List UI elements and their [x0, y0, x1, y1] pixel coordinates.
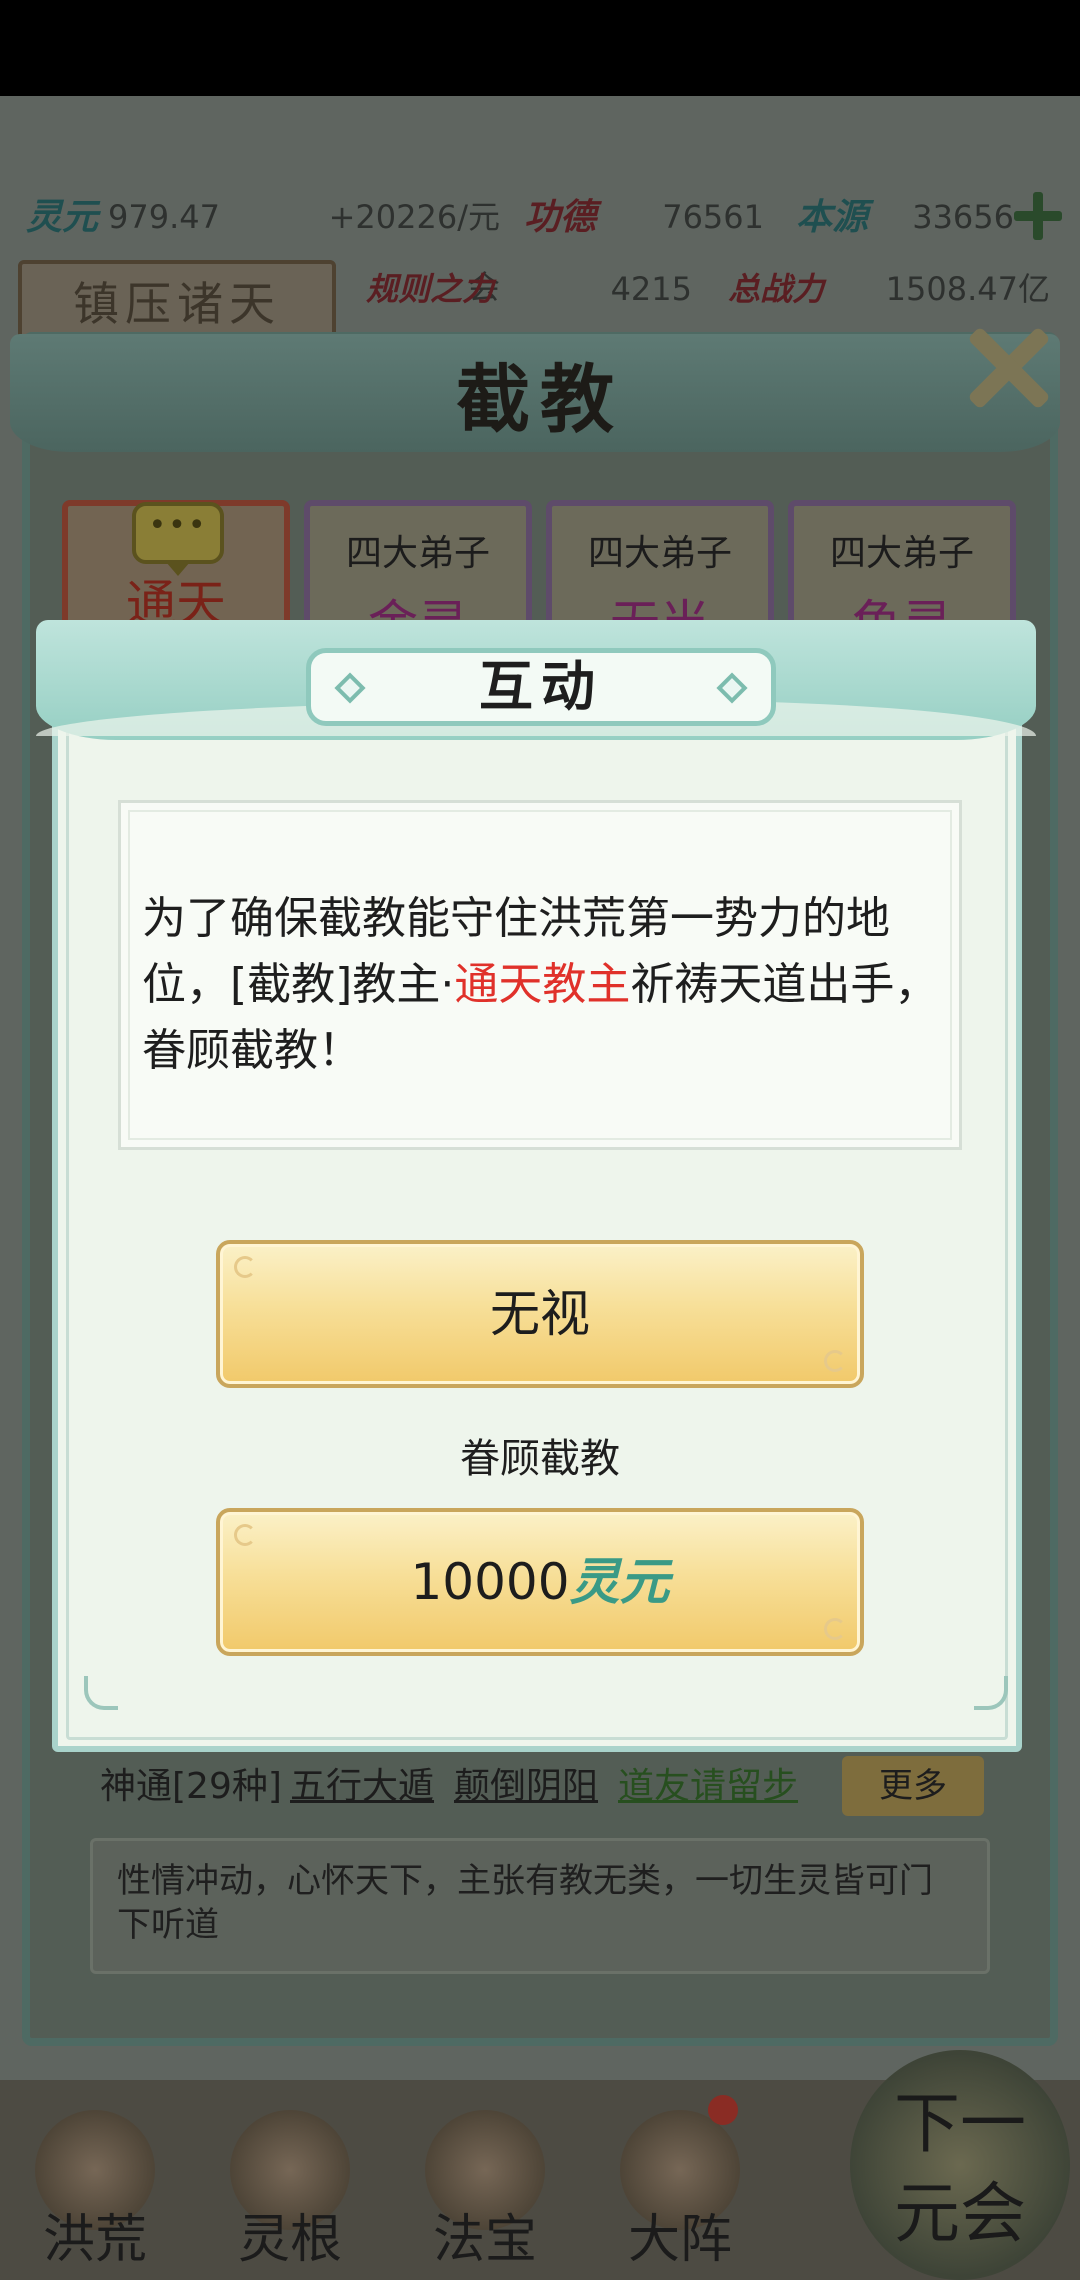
resource-benyuan-label: 本源	[796, 196, 869, 238]
next-era-line1: 下一	[894, 2085, 1026, 2162]
resource-row-1: 灵元 979.47万 +20226/元会 功德 76561 本源 33656	[0, 182, 1080, 306]
nav-label: 灵根	[237, 2210, 342, 2270]
nav-label: 洪荒	[42, 2210, 147, 2270]
message-highlight: 通天教主	[454, 959, 631, 1010]
dialog-title: 互动	[479, 654, 603, 718]
resource-gongde-label: 功德	[524, 196, 597, 238]
ignore-button[interactable]: 无视	[216, 1240, 864, 1388]
nav-label: 法宝	[432, 2210, 537, 2270]
chat-bubble-icon[interactable]: •••	[132, 502, 224, 576]
resource-gongde-value: 76561	[662, 198, 764, 236]
resource-lingyuan-label: 灵元	[26, 196, 99, 238]
skill-link[interactable]: 颠倒阴阳	[454, 1752, 598, 1822]
skills-count: 神通[29种]	[100, 1766, 282, 1807]
character-subtitle: 四大弟子	[587, 533, 732, 574]
nav-fabao[interactable]: 法宝	[390, 2080, 580, 2280]
bless-sect-button[interactable]: 10000灵元	[216, 1508, 864, 1656]
more-skills-button[interactable]: 更多	[842, 1756, 984, 1816]
corner-ornament-icon	[84, 1676, 128, 1720]
resource-lingyuan-value: 979.47万	[108, 198, 220, 306]
nav-label: 大阵	[627, 2210, 732, 2270]
next-era-line2: 元会	[894, 2175, 1026, 2252]
resource-zhanli-label: 总战力	[728, 270, 825, 308]
resource-lingyuan-rate: +20226/元会	[328, 198, 500, 306]
cost-currency: 灵元	[569, 1552, 670, 1611]
resource-guize-value: 4215	[610, 270, 692, 308]
character-card-jinling[interactable]: 四大弟子 金灵	[304, 500, 532, 630]
character-description: 性情冲动，心怀天下，主张有教无类，一切生灵皆可门下听道	[90, 1838, 990, 1974]
resource-guize-label: 规则之力	[366, 270, 495, 308]
panel-title: 截教	[456, 357, 624, 443]
action-caption: 眷顾截教	[460, 1436, 620, 1482]
scroll-ornament-icon	[824, 1618, 846, 1640]
bless-button-label: 10000灵元	[220, 1512, 860, 1652]
notification-dot	[708, 2095, 738, 2125]
status-bar	[0, 0, 1080, 96]
resource-zhanli-value: 1508.47亿	[885, 270, 1050, 308]
corner-ornament-icon	[964, 1676, 1008, 1720]
skill-link[interactable]: 五行大遁	[290, 1752, 434, 1822]
character-subtitle: 四大弟子	[829, 533, 974, 574]
scroll-ornament-icon	[234, 1524, 256, 1546]
resource-benyuan-value: 33656	[912, 198, 1014, 236]
add-resource-icon[interactable]	[1014, 192, 1062, 240]
ignore-button-label: 无视	[490, 1285, 590, 1343]
close-icon[interactable]	[956, 322, 1060, 412]
next-era-button[interactable]: 下一 元会	[850, 2050, 1070, 2280]
scroll-ornament-icon	[824, 1350, 846, 1372]
character-card-guiling[interactable]: 四大弟子 龟灵	[788, 500, 1016, 630]
dialog-message: 为了确保截教能守住洪荒第一势力的地位，[截教]教主·通天教主祈祷天道出手，眷顾截…	[142, 886, 942, 1084]
character-subtitle: 四大弟子	[345, 533, 490, 574]
character-card-wudang[interactable]: 四大弟子 无当	[546, 500, 774, 630]
nav-dazhen[interactable]: 大阵	[585, 2080, 775, 2280]
cost-amount: 10000	[410, 1553, 570, 1611]
nav-linggen[interactable]: 灵根	[195, 2080, 385, 2280]
nav-honghuang[interactable]: 洪荒	[0, 2080, 190, 2280]
scroll-ornament-icon	[234, 1256, 256, 1278]
skill-link[interactable]: 道友请留步	[618, 1752, 798, 1822]
